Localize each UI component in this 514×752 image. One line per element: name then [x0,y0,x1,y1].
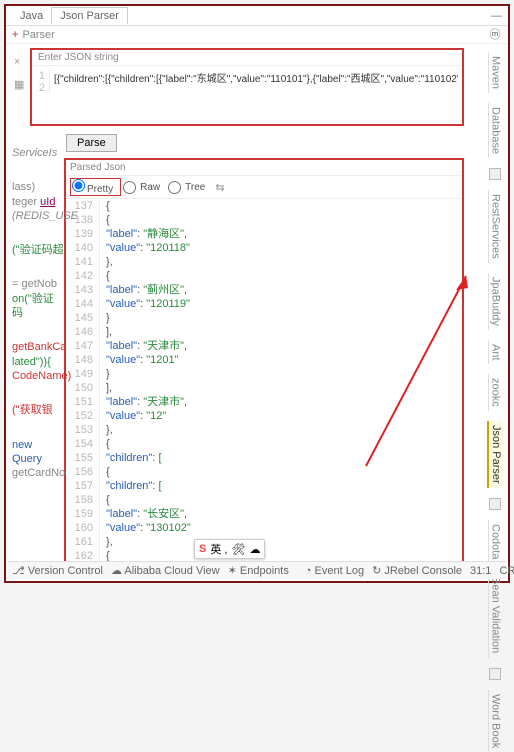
format-raw-label: Raw [140,182,160,193]
sidetab-database[interactable]: Database [488,103,503,158]
status-ali-cloud[interactable]: ☁ Alibaba Cloud View [111,564,220,577]
sidetab-maven[interactable]: Maven [488,52,503,93]
status-endpoints[interactable]: ✶ Endpoints [228,564,289,577]
status-bar: ⎇ Version Control ☁ Alibaba Cloud View ✶… [8,561,506,579]
json-input-text: [{"children":[{"children":[{"label":"东城区… [50,70,458,94]
status-pos[interactable]: 31:1 [470,565,491,577]
format-raw-radio[interactable] [123,181,136,194]
format-pretty-radio[interactable] [72,179,85,192]
status-version-control[interactable]: ⎇ Version Control [12,564,103,577]
minimize-icon[interactable]: — [491,10,502,22]
ime-cloud-icon[interactable]: ☁ [249,543,260,556]
ime-toolbar[interactable]: S 英 , 🛠 ☁ [194,539,265,559]
panel-title: Parser [22,29,54,41]
m-icon[interactable]: ⓜ [490,26,501,42]
json-textarea[interactable]: 1 2 [{"children":[{"children":[{"label":… [32,66,462,98]
parsed-title: Parsed Json [66,160,462,176]
tab-java[interactable]: Java [12,8,51,24]
close-icon[interactable]: × [14,56,20,68]
ime-logo-icon: S [199,543,206,555]
editor-tabs: Java Json Parser — [6,6,508,26]
line-number: 2 [36,82,45,94]
left-editor-strip: ServiceIs lass) teger uId (REDIS_USE ("验… [12,146,64,500]
format-tree-radio[interactable] [168,181,181,194]
status-jrebel[interactable]: ↻ JRebel Console [372,564,462,577]
parse-button[interactable]: Parse [66,134,117,152]
format-tree-label: Tree [185,182,205,193]
sidetab-rest[interactable]: RestServices [488,190,503,263]
right-tool-strip: ⓜ Maven Database RestServices JpaBuddy A… [488,26,502,752]
json-input-panel: × ▦ Enter JSON string 1 2 [{"children":[… [30,48,464,126]
format-pretty-label: Pretty [87,184,113,195]
sidetab-jpa[interactable]: JpaBuddy [488,273,503,330]
add-icon[interactable]: + [12,29,18,41]
status-crlf[interactable]: CRLF [499,565,514,577]
square-icon-3[interactable] [489,668,501,680]
sidetab-bean[interactable]: Bean Validation [488,573,503,657]
tool-icon[interactable]: ▦ [14,78,24,91]
tab-json-parser[interactable]: Json Parser [51,7,128,24]
line-number: 1 [36,70,45,82]
sidetab-jsonparser[interactable]: Json Parser [487,421,503,488]
ime-tool-icon[interactable]: 🛠 [231,543,245,556]
parsed-json-panel: Parsed Json Pretty Raw Tree ⇆ 1371381391… [64,158,464,571]
sidetab-word[interactable]: Word Book [488,690,503,752]
code-viewer[interactable]: 1371381391401411421431441451461471481491… [66,199,462,569]
sidetab-codota[interactable]: Codota [488,520,503,563]
sidetab-ant[interactable]: Ant [488,340,503,365]
status-event-log[interactable]: ◔ Event Log [305,565,364,577]
sidetab-zookc[interactable]: zookc [488,374,503,411]
input-label: Enter JSON string [32,50,462,66]
settings-icon[interactable]: ⇆ [215,181,224,194]
panel-header: + Parser [6,26,508,44]
format-options: Pretty Raw Tree ⇆ [66,176,462,199]
square-icon-2[interactable] [489,498,501,510]
square-icon[interactable] [489,168,501,180]
ime-text: 英 , [210,541,227,557]
